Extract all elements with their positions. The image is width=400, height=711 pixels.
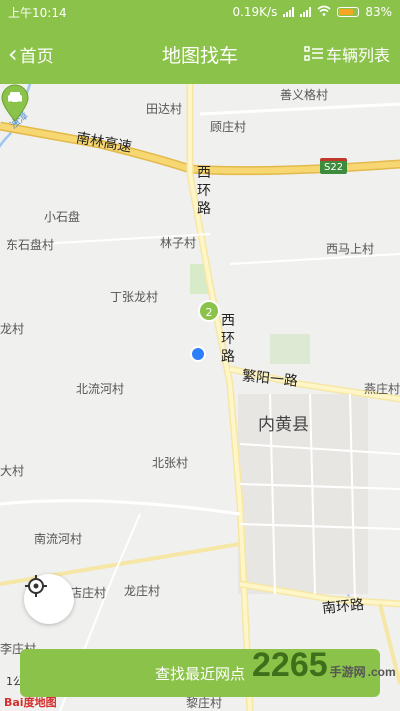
current-location-dot bbox=[190, 346, 206, 362]
signal-icon bbox=[283, 7, 295, 17]
map-label-dian-cut: 店庄村 bbox=[70, 586, 107, 600]
map-label-longzhuang: 龙庄村 bbox=[124, 584, 161, 598]
nav-bar: ‹ 首页 地图找车 车辆列表 bbox=[0, 24, 400, 84]
status-bar: 上午10:14 0.19K/s 83% bbox=[0, 0, 400, 24]
list-icon bbox=[304, 46, 323, 61]
map-label-yanzhuang: 燕庄村 bbox=[364, 382, 400, 396]
back-button[interactable]: ‹ 首页 bbox=[8, 24, 54, 84]
map-label-shanyige: 善义格村 bbox=[280, 88, 329, 102]
map-view[interactable]: 田达村 善义格村 顾庄村 南林高速 西环路 S22 小石盘 东石盘村 林子村 西… bbox=[0, 84, 400, 711]
vehicle-count-badge: 2 bbox=[198, 300, 220, 322]
map-label-neihuang: 内黄县 bbox=[258, 415, 309, 435]
status-indicators: 0.19K/s 83% bbox=[232, 5, 392, 19]
network-speed: 0.19K/s bbox=[232, 5, 278, 19]
map-label-dingzhanglong: 丁张龙村 bbox=[110, 290, 159, 304]
map-label-guzhuang: 顾庄村 bbox=[210, 120, 247, 134]
watermark-site: 手游网 bbox=[329, 665, 366, 679]
vehicle-list-label: 车辆列表 bbox=[325, 46, 390, 65]
watermark-number: 2265 bbox=[252, 646, 328, 684]
map-label-linzi: 林子村 bbox=[160, 236, 197, 250]
map-label-tianda: 田达村 bbox=[146, 102, 183, 116]
map-label-long-cut: 龙村 bbox=[0, 322, 25, 336]
site-watermark: 2265 手游网 .com bbox=[252, 646, 396, 685]
map-label-dongshipan: 东石盘村 bbox=[6, 238, 55, 252]
locate-me-button[interactable] bbox=[24, 574, 74, 624]
crosshair-icon bbox=[25, 575, 47, 597]
map-label-xihuan-mid: 西环路 bbox=[221, 313, 235, 365]
battery-icon bbox=[337, 7, 360, 17]
map-label-da-cut: 大村 bbox=[0, 464, 25, 478]
watermark-suffix: .com bbox=[367, 665, 396, 679]
vehicle-list-button[interactable]: 车辆列表 bbox=[304, 24, 390, 84]
back-label: 首页 bbox=[19, 46, 54, 67]
highway-shield: S22 bbox=[320, 158, 348, 174]
map-label-xiaoshipan: 小石盘 bbox=[44, 210, 81, 224]
map-label-beizhang: 北张村 bbox=[152, 456, 189, 470]
battery-fill bbox=[339, 9, 354, 15]
battery-percent: 83% bbox=[365, 5, 392, 19]
map-label-ximashang: 西马上村 bbox=[326, 242, 375, 256]
signal-icon-2 bbox=[300, 7, 312, 17]
chevron-left-icon: ‹ bbox=[8, 40, 18, 68]
map-label-xihuan-top: 西环路 bbox=[197, 165, 211, 217]
wifi-icon bbox=[317, 5, 331, 19]
status-time: 上午10:14 bbox=[8, 5, 67, 20]
map-label-nanliuhe: 南流河村 bbox=[34, 532, 83, 546]
car-marker-pin[interactable] bbox=[0, 84, 30, 122]
map-label-beiliuhe: 北流河村 bbox=[76, 382, 125, 396]
